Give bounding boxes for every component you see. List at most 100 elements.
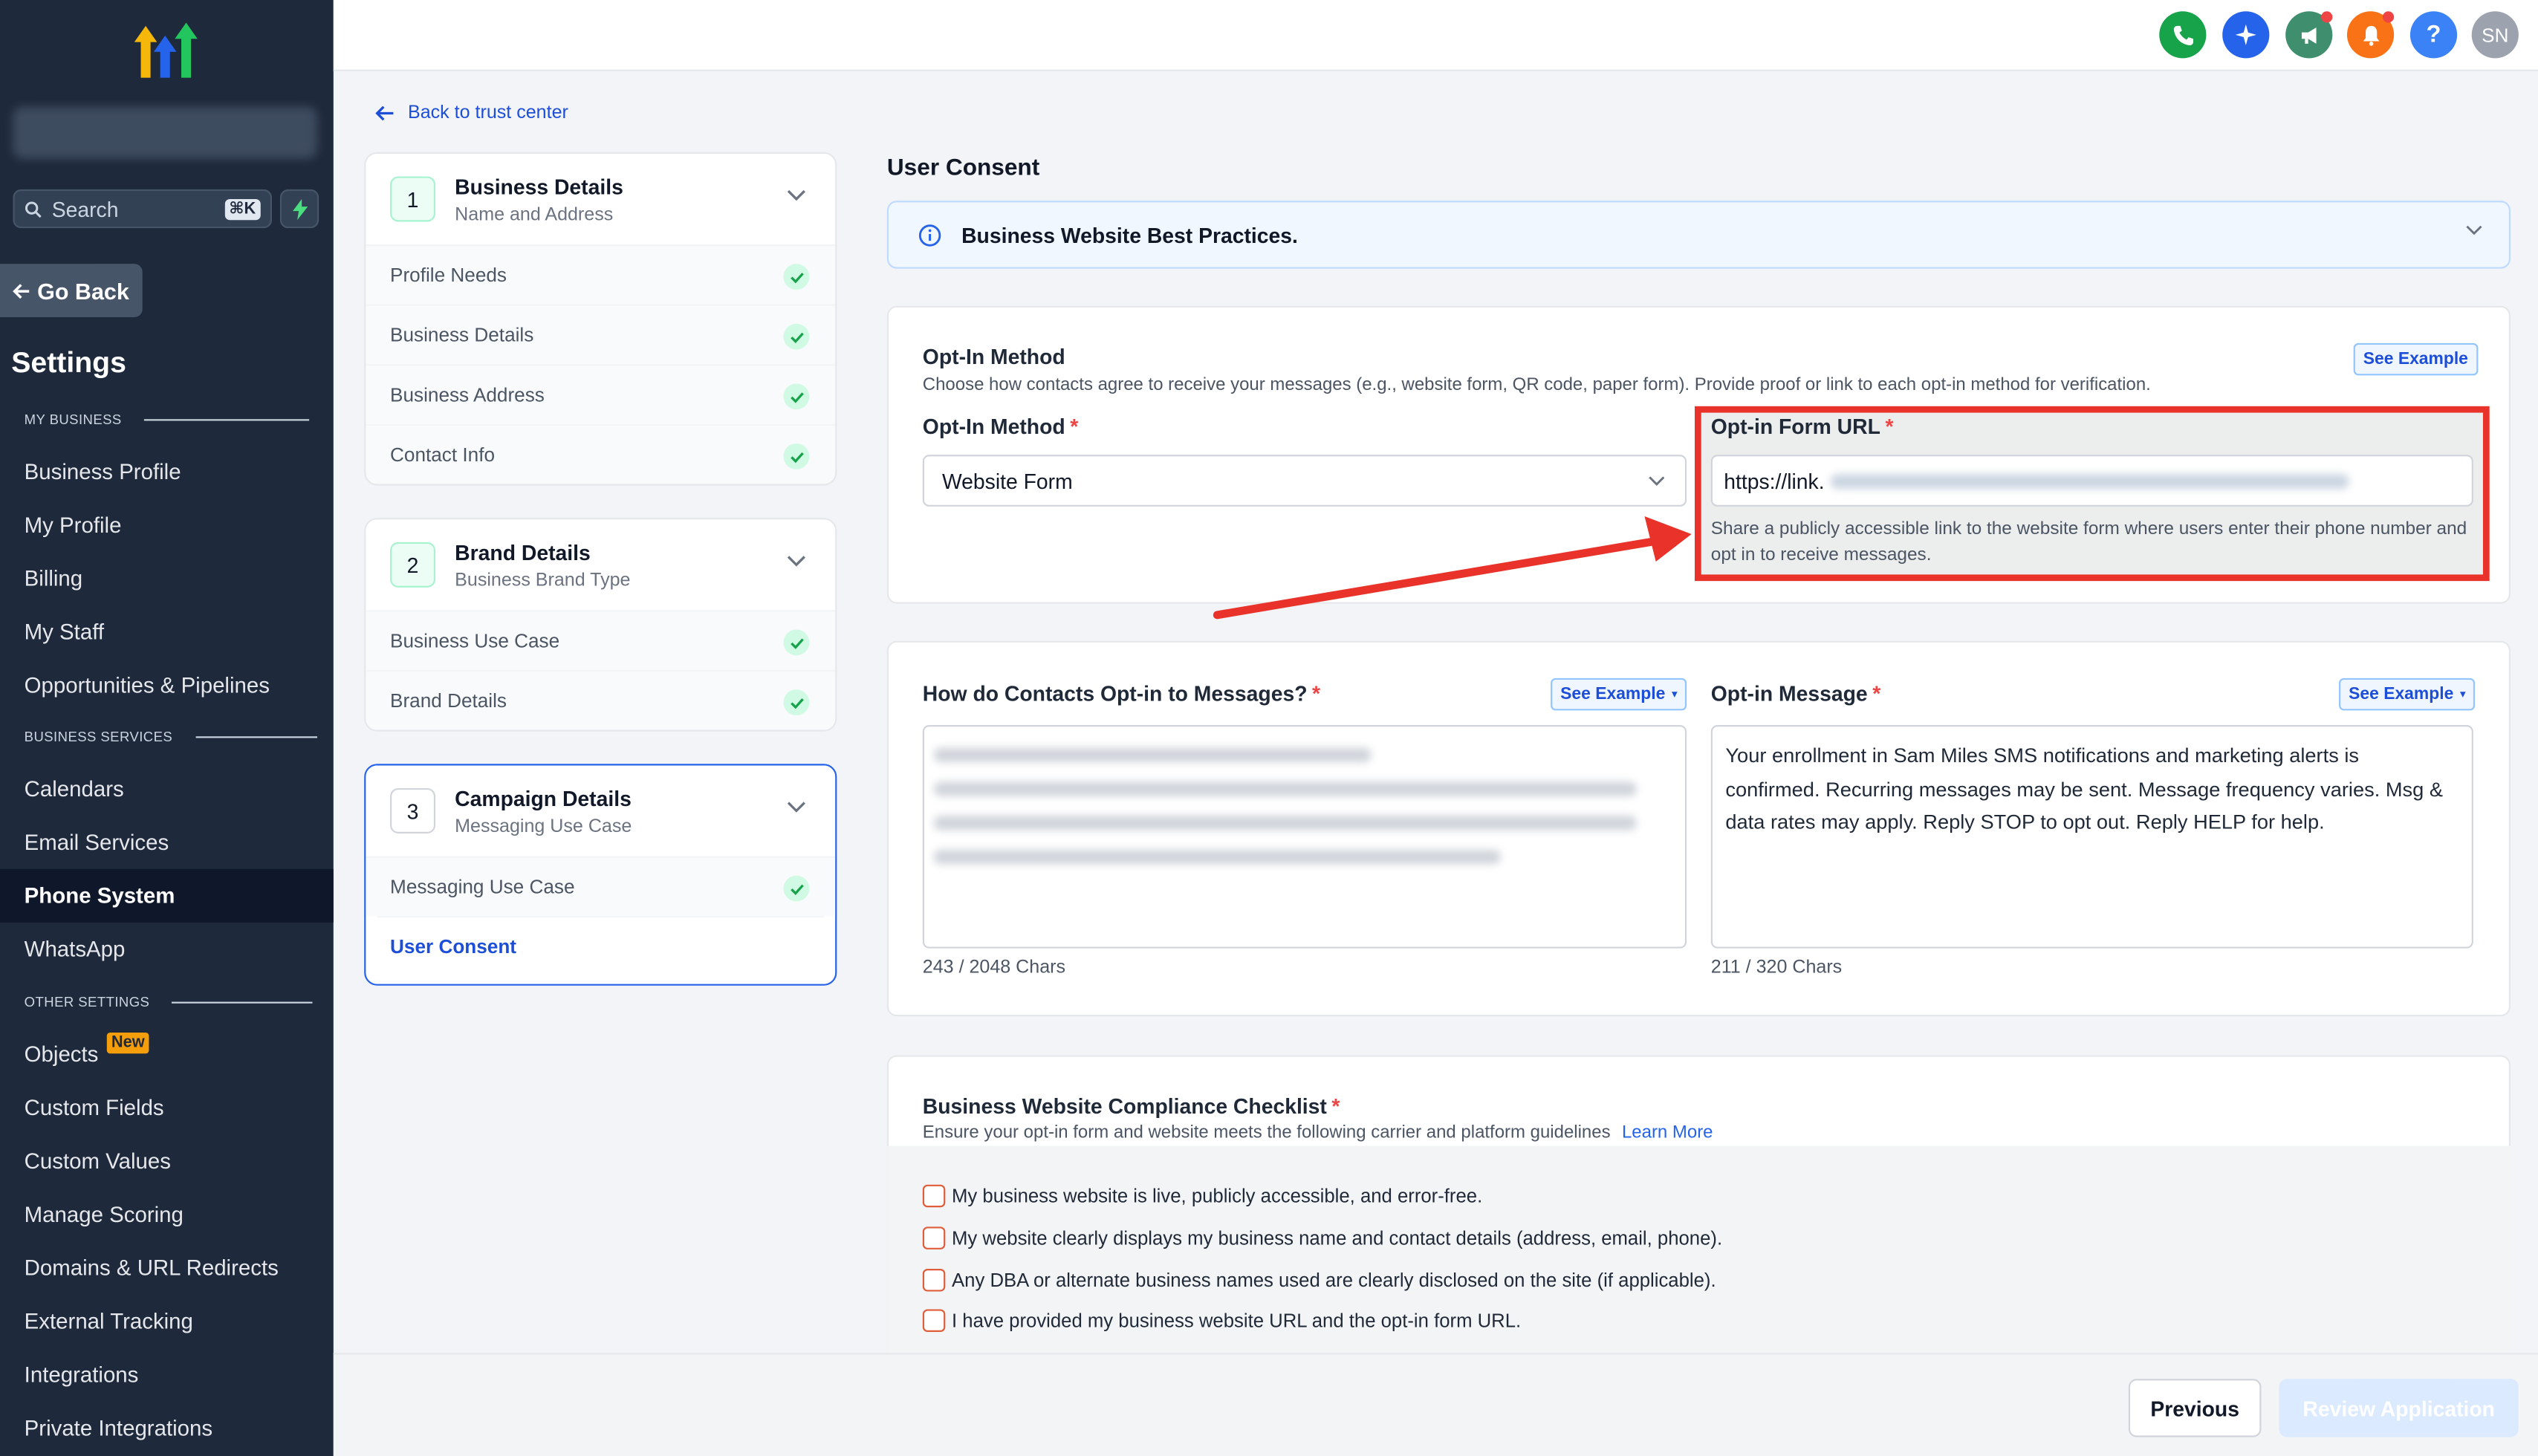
sidebar-item-my-staff[interactable]: My Staff [0,605,334,659]
back-link-label: Back to trust center [408,103,568,123]
step-item-label: Business Address [390,383,545,406]
search-input[interactable]: Search ⌘K [13,189,273,229]
opt-in-form-url-input[interactable]: https://link. [1710,455,2473,507]
step-number: 2 [390,542,436,588]
step-item-label: Contact Info [390,443,496,467]
checkbox-label: I have provided my business website URL … [952,1309,1522,1332]
announcements-button[interactable] [2285,11,2333,59]
avatar-initials: SN [2482,23,2509,47]
how-see-example-button[interactable]: See Example ▾ [1551,677,1687,711]
checkbox[interactable] [922,1269,946,1292]
checkbox[interactable] [922,1226,946,1249]
checkbox-label: Any DBA or alternate business names used… [952,1269,1716,1292]
compliance-checkbox-row[interactable]: My business website is live, publicly ac… [922,1184,1482,1208]
step-header[interactable]: 1 Business Details Name and Address [366,153,836,244]
checkbox[interactable] [922,1309,946,1332]
sidebar-item-integrations[interactable]: Integrations [0,1348,334,1402]
check-icon [783,264,810,290]
step-item-business-use-case[interactable]: Business Use Case [366,610,836,670]
opt-in-message-textarea[interactable]: Your enrollment in Sam Miles SMS notific… [1710,725,2473,949]
sidebar-item-domains[interactable]: Domains & URL Redirects [0,1241,334,1295]
back-to-trust-center-link[interactable]: Back to trust center [375,103,568,123]
megaphone-icon [2300,26,2316,43]
sidebar-item-manage-scoring[interactable]: Manage Scoring [0,1188,334,1241]
sidebar-item-label: Integrations [24,1362,139,1388]
step-item-messaging-use-case[interactable]: Messaging Use Case [366,856,836,917]
label-text: Business Website Compliance Checklist [922,1093,1327,1119]
opt-in-section-title: Opt-In Method [922,345,1065,369]
sidebar-item-custom-values[interactable]: Custom Values [0,1134,334,1188]
step-item-profile-needs[interactable]: Profile Needs [366,244,836,305]
how-opt-in-textarea[interactable] [922,725,1687,949]
go-back-label: Go Back [37,277,129,304]
sidebar-item-phone-system[interactable]: Phone System [0,868,334,923]
best-practices-banner[interactable]: Business Website Best Practices. [886,201,2511,269]
search-shortcut: ⌘K [224,198,261,220]
review-application-button[interactable]: Review Application [2279,1379,2519,1437]
chevron-down-icon: ▾ [2460,689,2466,701]
chevron-down-icon [787,189,805,201]
phone-button[interactable] [2159,11,2207,59]
checkbox-label: My website clearly displays my business … [952,1226,1723,1249]
search-placeholder: Search [51,196,119,221]
chevron-down-icon [2466,225,2482,235]
checkbox[interactable] [922,1184,946,1208]
opt-in-method-select[interactable]: Website Form [922,455,1687,507]
sidebar-item-business-profile[interactable]: Business Profile [0,445,334,498]
check-icon [783,689,810,715]
label-text: How do Contacts Opt-in to Messages? [922,681,1308,706]
section-label: BUSINESS SERVICES [24,728,173,745]
select-value: Website Form [941,468,1073,493]
compliance-desc: Ensure your opt-in form and website meet… [923,1123,1713,1143]
learn-more-link[interactable]: Learn More [1622,1123,1713,1143]
bell-icon [2362,25,2379,45]
help-button[interactable]: ? [2409,11,2458,59]
account-switcher[interactable] [13,106,318,159]
sidebar-item-opportunities[interactable]: Opportunities & Pipelines [0,659,334,712]
see-example-button[interactable]: See Example [2353,342,2478,376]
step-item-business-address[interactable]: Business Address [366,364,836,424]
sidebar-item-label: Objects [24,1042,99,1067]
sidebar-item-objects[interactable]: Objects New [0,1027,334,1081]
msg-see-example-button[interactable]: See Example ▾ [2339,677,2476,711]
notifications-button[interactable] [2346,11,2395,59]
step-item-business-details[interactable]: Business Details [366,304,836,365]
avatar[interactable]: SN [2471,11,2519,59]
label-text: Opt-in Form URL [1710,414,1880,439]
section-label: OTHER SETTINGS [24,993,150,1010]
sidebar-item-external-tracking[interactable]: External Tracking [0,1295,334,1348]
sidebar-item-custom-fields[interactable]: Custom Fields [0,1081,334,1134]
sidebar-item-label: Domains & URL Redirects [24,1255,279,1281]
sidebar-item-my-profile[interactable]: My Profile [0,498,334,552]
ai-assistant-button[interactable] [2222,11,2270,59]
step-header[interactable]: 3 Campaign Details Messaging Use Case [366,765,836,857]
compliance-checkbox-row[interactable]: Any DBA or alternate business names used… [922,1269,1716,1292]
go-back-button[interactable]: Go Back [0,264,143,318]
previous-button[interactable]: Previous [2128,1379,2262,1437]
quick-action-button[interactable] [279,189,319,229]
button-label: Previous [2150,1396,2239,1420]
compliance-checkbox-row[interactable]: My website clearly displays my business … [922,1226,1723,1249]
sidebar-item-billing[interactable]: Billing [0,552,334,605]
banner-text: Business Website Best Practices. [961,222,1298,247]
check-icon [783,443,810,469]
label-text: Opt-in Message [1710,681,1868,706]
red-arrow-annotation [1213,516,1692,620]
step-item-label: User Consent [390,935,517,958]
compliance-checkbox-row[interactable]: I have provided my business website URL … [922,1309,1522,1332]
step-header[interactable]: 2 Brand Details Business Brand Type [366,519,836,611]
sidebar-item-label: Calendars [24,776,124,802]
sidebar-item-private-integrations[interactable]: Private Integrations [0,1402,334,1455]
step-subtitle: Messaging Use Case [455,817,632,837]
section-my-business: MY BUSINESS [25,411,310,427]
app-logo [134,22,198,78]
step-item-brand-details[interactable]: Brand Details [366,669,836,730]
label-text: Opt-In Method [922,414,1065,439]
sparkle-icon [2235,24,2256,45]
chevron-down-icon: ▾ [1672,689,1678,701]
sidebar-item-email-services[interactable]: Email Services [0,816,334,869]
sidebar-item-calendars[interactable]: Calendars [0,762,334,816]
step-item-contact-info[interactable]: Contact Info [366,423,836,484]
sidebar-item-whatsapp[interactable]: WhatsApp [0,923,334,976]
step-item-user-consent[interactable]: User Consent [377,916,824,976]
